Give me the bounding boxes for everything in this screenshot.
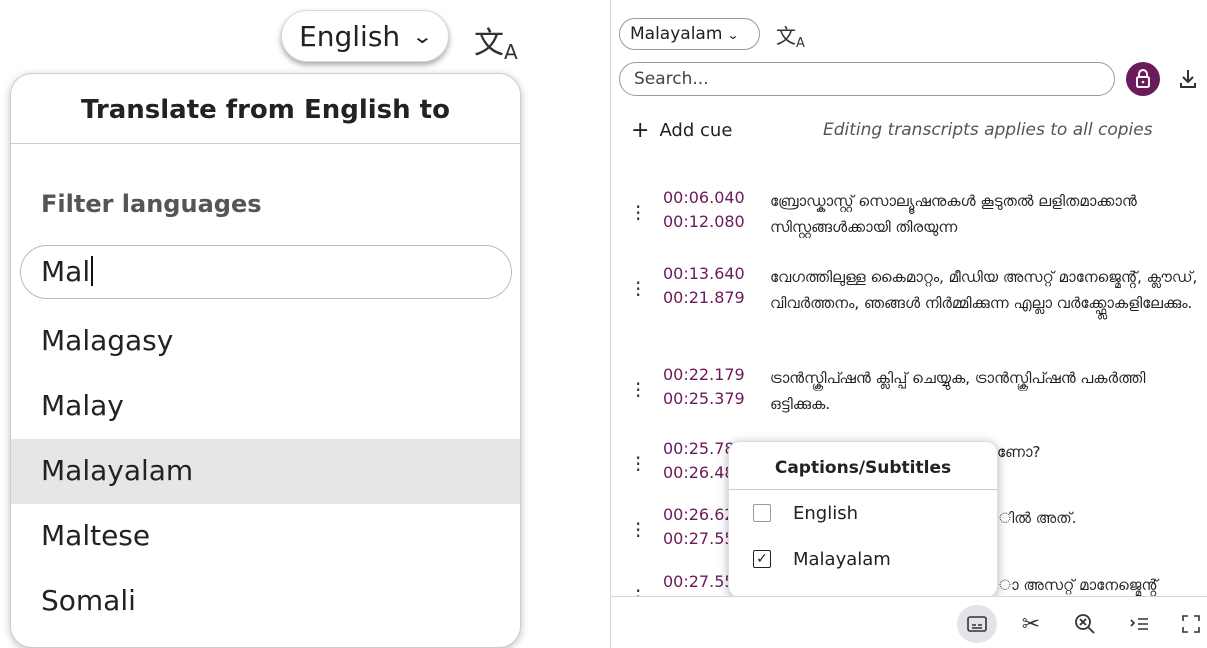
edit-note: Editing transcripts applies to all copie… [823, 120, 1153, 140]
download-icon[interactable] [1179, 68, 1197, 90]
cue-text[interactable]: വേഗത്തിലുള്ള കൈമാറ്റം, മീഡിയ അസറ്റ് മാനേ… [770, 264, 1200, 316]
plus-icon: + [631, 118, 650, 143]
caption-option-label: English [793, 502, 858, 524]
translate-icon[interactable]: 文A [474, 18, 518, 64]
chevron-down-icon: ⌄ [726, 28, 740, 42]
more-vertical-icon[interactable]: ··· [635, 514, 643, 546]
captions-icon[interactable] [957, 605, 997, 643]
cue-end: 00:25.379 [663, 389, 745, 408]
language-option-somali[interactable]: Somali [11, 569, 520, 634]
add-cue-label: Add cue [659, 120, 733, 141]
language-option-malayalam[interactable]: Malayalam [11, 439, 520, 504]
transcript-panel: Malayalam ⌄ 文A Search... + Add cue Editing… [610, 0, 1207, 648]
cue-times[interactable]: 00:13.640 00:21.879 [663, 262, 745, 310]
source-language-button[interactable]: English ⌄ [281, 10, 449, 62]
cue-text[interactable]: ട്രാൻസ്ക്രിപ്ഷൻ ക്ലിപ്പ് ചെയ്യുക, ട്രാൻസ… [770, 365, 1200, 417]
cue-text[interactable]: ണോ? [997, 439, 1197, 465]
translation-area: English ⌄ 文A Translate from English to F… [0, 0, 535, 648]
cue-times[interactable]: 00:22.179 00:25.379 [663, 363, 745, 411]
cue-times[interactable]: 00:06.040 00:12.080 [663, 186, 745, 234]
indent-icon[interactable] [1119, 605, 1159, 643]
fullscreen-icon[interactable] [1171, 605, 1207, 643]
cue-end: 00:12.080 [663, 212, 745, 231]
zoom-icon[interactable] [1065, 605, 1105, 643]
cue-text[interactable]: ാ അസറ്റ് മാനേജ്മെൻ്റ് [999, 572, 1207, 596]
cue-end: 00:21.879 [663, 288, 745, 307]
captions-popup-title: Captions/Subtitles [729, 442, 997, 490]
language-option-malagasy[interactable]: Malagasy [11, 309, 520, 374]
checkbox-checked[interactable]: ✓ [753, 550, 771, 568]
search-input[interactable]: Search... [619, 62, 1115, 96]
cue-start: 00:27.55 [663, 572, 735, 591]
filter-languages-input[interactable]: Mal [20, 245, 512, 299]
cue-start: 00:22.179 [663, 365, 745, 384]
language-option-malay[interactable]: Malay [11, 374, 520, 439]
transcript-language-label: Malayalam [630, 24, 723, 44]
more-vertical-icon[interactable]: ··· [635, 273, 643, 305]
cue-text[interactable]: ബ്രോഡ്കാസ്റ്റ് സൊല്യൂഷനുകൾ കൂടുതൽ ലളിതമാ… [770, 188, 1200, 240]
scissors-icon[interactable]: ✂ [1011, 605, 1051, 643]
cue-times[interactable]: 00:26.62 00:27.55 [663, 503, 735, 551]
chevron-down-icon: ⌄ [411, 24, 434, 48]
caption-option-label: Malayalam [793, 548, 891, 570]
cue-end: 00:27.55 [663, 529, 735, 548]
more-vertical-icon[interactable]: ··· [635, 197, 643, 229]
filter-label: Filter languages [41, 190, 262, 218]
bottom-toolbar: ✂ [611, 596, 1207, 648]
source-language-label: English [299, 19, 401, 53]
cue-list: · · · 00:06.040 00:12.080 ബ്രോഡ്കാസ്റ്റ് സൊ… [611, 158, 1207, 596]
cue-start: 00:06.040 [663, 188, 745, 207]
filter-value: Mal [41, 255, 91, 288]
more-vertical-icon[interactable]: ··· [635, 581, 643, 596]
cue-start: 00:13.640 [663, 264, 745, 283]
panel-title: Translate from English to [11, 74, 520, 144]
captions-popup: Captions/Subtitles English ✓ Malayalam [728, 441, 998, 596]
checkbox-unchecked[interactable] [753, 504, 771, 522]
cue-text[interactable]: ിൽ അത്. [999, 505, 1199, 531]
transcript-language-select[interactable]: Malayalam ⌄ [619, 18, 760, 50]
more-vertical-icon[interactable]: ··· [635, 448, 643, 480]
translate-icon[interactable]: 文A [776, 20, 805, 51]
cue-start: 00:26.62 [663, 505, 735, 524]
cue-times[interactable]: 00:27.55 [663, 570, 735, 594]
caption-option-malayalam[interactable]: ✓ Malayalam [729, 536, 997, 582]
text-caret [91, 256, 94, 286]
more-vertical-icon[interactable]: ··· [635, 374, 643, 406]
language-option-maltese[interactable]: Maltese [11, 504, 520, 569]
add-cue-button[interactable]: + Add cue [631, 118, 732, 143]
language-picker-panel: Translate from English to Filter languag… [10, 73, 521, 648]
caption-option-english[interactable]: English [729, 490, 997, 536]
language-list: Malagasy Malay Malayalam Maltese Somali [11, 309, 520, 634]
lock-icon[interactable] [1126, 62, 1160, 96]
